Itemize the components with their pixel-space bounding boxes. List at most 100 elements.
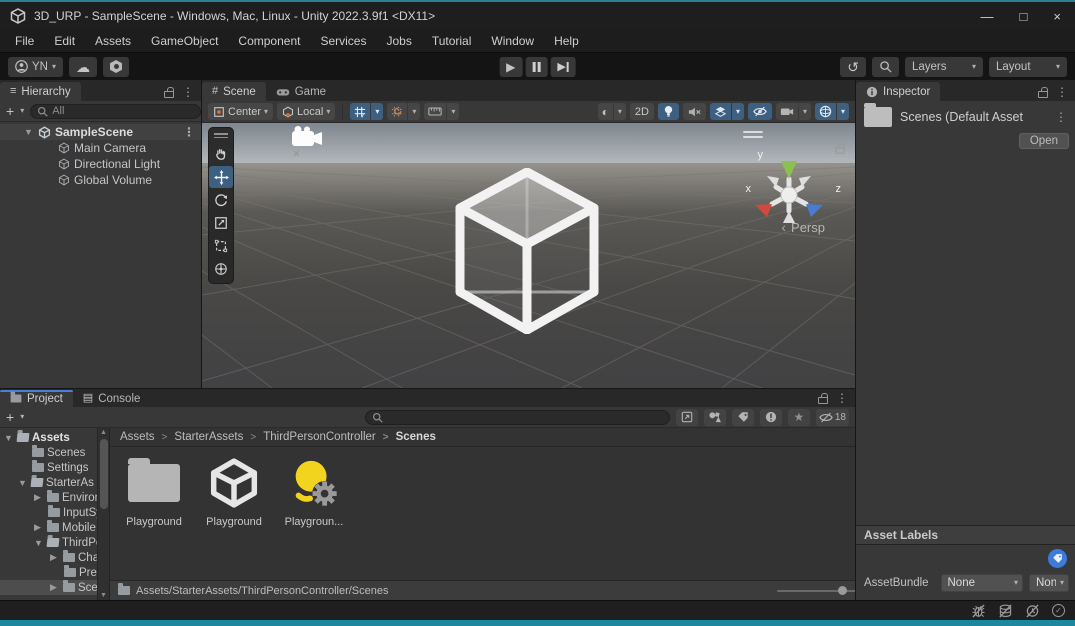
- scene-root-row[interactable]: ▼ SampleScene ⋮: [0, 124, 201, 140]
- scrollbar-thumb[interactable]: [100, 439, 108, 509]
- scroll-up-icon[interactable]: ▲: [100, 429, 107, 436]
- hierarchy-item-main-camera[interactable]: Main Camera: [0, 140, 201, 156]
- cache-server-slash-icon[interactable]: [998, 604, 1013, 618]
- layers-dropdown[interactable]: Layers ▾: [905, 57, 983, 77]
- importance-filter-button[interactable]: [760, 409, 782, 426]
- tree-item-settings[interactable]: Settings: [0, 460, 97, 475]
- notifications-slash-icon[interactable]: [1025, 604, 1040, 618]
- tree-item-mobile[interactable]: ▶Mobile: [0, 520, 97, 535]
- chevron-down-icon[interactable]: ▾: [799, 103, 811, 120]
- scene-lighting-toggle[interactable]: [658, 103, 679, 120]
- kebab-menu-icon[interactable]: ⋮: [1055, 111, 1067, 123]
- tree-item-thirdperson[interactable]: ▼ThirdPe: [0, 535, 97, 550]
- tree-scrollbar[interactable]: ▲ ▼: [97, 428, 109, 600]
- tab-inspector[interactable]: Inspector: [856, 82, 940, 101]
- chevron-down-icon[interactable]: ▾: [837, 103, 849, 120]
- step-button[interactable]: ▶: [550, 57, 575, 77]
- chevron-down-icon[interactable]: ▾: [371, 103, 383, 120]
- menu-assets[interactable]: Assets: [86, 32, 140, 50]
- tab-project[interactable]: Project: [0, 390, 73, 407]
- grid-snap-toggle[interactable]: Y ▾: [350, 103, 383, 120]
- close-button[interactable]: ×: [1053, 10, 1061, 23]
- add-object-button[interactable]: +: [6, 104, 14, 118]
- progress-check-icon[interactable]: ✓: [1052, 604, 1065, 617]
- lock-icon[interactable]: [1038, 91, 1048, 98]
- foldout-collapsed-icon[interactable]: ▶: [50, 552, 60, 563]
- menu-jobs[interactable]: Jobs: [377, 32, 420, 50]
- foldout-collapsed-icon[interactable]: ▶: [34, 522, 44, 533]
- camera-icon[interactable]: [776, 103, 798, 120]
- foldout-expanded-icon[interactable]: ▼: [18, 478, 28, 488]
- tab-hierarchy[interactable]: ≡ Hierarchy: [0, 82, 81, 101]
- gizmos-dropdown[interactable]: ▾: [815, 103, 849, 120]
- tree-item-starterassets[interactable]: ▼StarterAs: [0, 475, 97, 490]
- account-dropdown[interactable]: YN ▾: [8, 57, 63, 77]
- move-tool[interactable]: [209, 166, 233, 188]
- foldout-expanded-icon[interactable]: ▼: [4, 433, 14, 443]
- project-search-input[interactable]: [387, 411, 663, 423]
- breadcrumb-assets[interactable]: Assets: [120, 431, 155, 443]
- hidden-objects-toggle[interactable]: [748, 103, 772, 120]
- cloud-button[interactable]: ☁: [69, 57, 97, 77]
- hidden-packages-toggle[interactable]: 18: [816, 409, 849, 426]
- tool-pivot-dropdown[interactable]: Center ▾: [208, 103, 273, 120]
- tree-item-inputsystem[interactable]: InputSy: [0, 505, 97, 520]
- foldout-collapsed-icon[interactable]: ▶: [50, 582, 60, 593]
- scene-viewport[interactable]: y x z ‹ Persp: [202, 123, 855, 388]
- snap-icon[interactable]: [387, 103, 407, 120]
- assetbundle-dropdown[interactable]: None ▾: [941, 574, 1024, 592]
- add-label-button[interactable]: [1048, 549, 1067, 568]
- chevron-down-icon[interactable]: ▾: [614, 103, 626, 120]
- tree-item-prefabs[interactable]: Pref: [0, 565, 97, 580]
- scale-tool[interactable]: [209, 212, 233, 234]
- asset-playground-folder[interactable]: Playground: [116, 455, 192, 528]
- perspective-toggle[interactable]: ‹ Persp: [781, 219, 825, 235]
- open-in-window-button[interactable]: [676, 409, 698, 426]
- undo-history-button[interactable]: ↺: [840, 57, 866, 77]
- menu-services[interactable]: Services: [311, 32, 375, 50]
- breadcrumb-thirdpersoncontroller[interactable]: ThirdPersonController: [243, 431, 375, 443]
- tree-item-scenes[interactable]: Scenes: [0, 445, 97, 460]
- minimize-button[interactable]: —: [981, 10, 994, 23]
- menu-component[interactable]: Component: [229, 32, 309, 50]
- menu-help[interactable]: Help: [545, 32, 588, 50]
- open-button[interactable]: Open: [1019, 133, 1069, 149]
- maximize-button[interactable]: □: [1020, 10, 1028, 23]
- shading-mode-dropdown[interactable]: ◐ ▾: [598, 103, 626, 120]
- hierarchy-search-input[interactable]: [52, 105, 194, 117]
- tree-item-scenes-selected[interactable]: ▶Sce: [0, 580, 97, 595]
- tab-scene[interactable]: # Scene: [202, 82, 266, 101]
- chevron-down-icon[interactable]: ▾: [20, 107, 24, 115]
- search-by-type-button[interactable]: [704, 409, 726, 426]
- menu-gameobject[interactable]: GameObject: [142, 32, 227, 50]
- view-hand-tool[interactable]: [209, 143, 233, 165]
- layout-dropdown[interactable]: Layout ▾: [989, 57, 1067, 77]
- unity-hub-button[interactable]: [103, 57, 129, 77]
- gizmo-globe-icon[interactable]: [815, 103, 836, 120]
- transform-tool[interactable]: [209, 258, 233, 280]
- rect-tool[interactable]: [209, 235, 233, 257]
- menu-edit[interactable]: Edit: [45, 32, 84, 50]
- 2d-toggle[interactable]: 2D: [630, 103, 654, 120]
- tab-console[interactable]: ▤ Console: [73, 390, 151, 407]
- zoom-slider[interactable]: [777, 586, 847, 595]
- add-asset-button[interactable]: +: [6, 410, 14, 424]
- pause-button[interactable]: [525, 57, 547, 77]
- kebab-menu-icon[interactable]: ⋮: [182, 86, 194, 98]
- play-button[interactable]: ▶: [499, 57, 522, 77]
- overlay-drag-handle[interactable]: [214, 131, 228, 142]
- kebab-menu-icon[interactable]: ⋮: [1056, 86, 1068, 98]
- scroll-down-icon[interactable]: ▼: [100, 592, 107, 599]
- breadcrumb-starterassets[interactable]: StarterAssets: [155, 431, 244, 443]
- snap-increment-toggle[interactable]: ▾: [387, 103, 420, 120]
- assetbundle-variant-dropdown[interactable]: None ▾: [1029, 574, 1069, 592]
- chevron-down-icon[interactable]: ▾: [20, 413, 24, 421]
- breadcrumb-scenes[interactable]: Scenes: [376, 431, 436, 443]
- tree-item-assets[interactable]: ▼Assets: [0, 430, 97, 445]
- effects-icon[interactable]: [710, 103, 731, 120]
- grid-visibility-icon[interactable]: Y: [350, 103, 370, 120]
- search-button[interactable]: [872, 57, 899, 77]
- asset-playground-scene[interactable]: Playground: [196, 455, 272, 528]
- scene-camera-dropdown[interactable]: ▾: [776, 103, 811, 120]
- audio-toggle[interactable]: [683, 103, 706, 120]
